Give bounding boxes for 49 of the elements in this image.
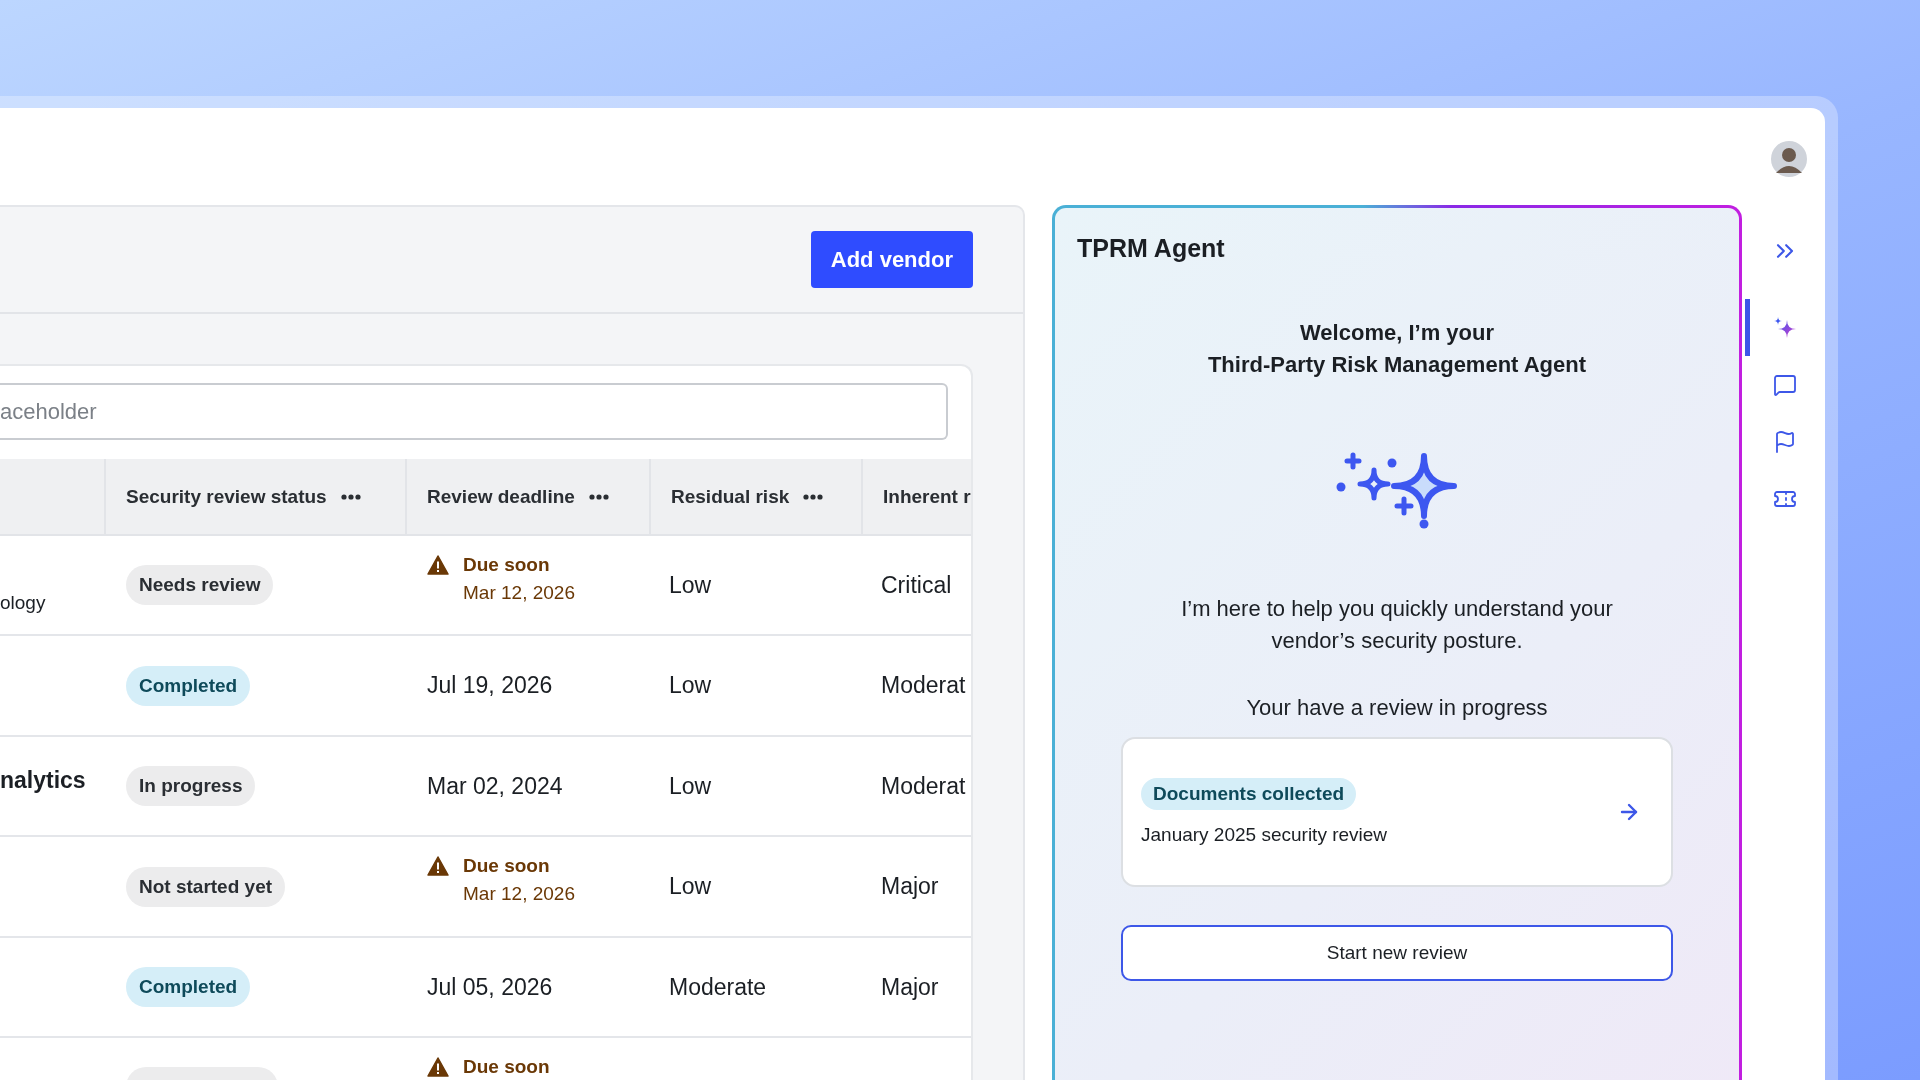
due-soon-label: Due soon bbox=[463, 554, 551, 576]
review-title: January 2025 security review bbox=[1141, 824, 1388, 846]
chat-icon bbox=[1773, 372, 1797, 397]
column-header[interactable]: Inherent r bbox=[861, 459, 971, 536]
table-cell: Low bbox=[649, 737, 861, 837]
more-icon[interactable] bbox=[588, 493, 609, 500]
intro-text: I’m here to help you quickly understand your vendor’s security posture. bbox=[1180, 595, 1614, 655]
table-cell: Low bbox=[649, 837, 861, 938]
table-cell: Major bbox=[861, 837, 971, 938]
column-header[interactable]: Residual risk bbox=[649, 459, 861, 536]
table-cell: Critical bbox=[861, 536, 971, 636]
vendor-name: ology bbox=[0, 592, 46, 614]
table-cell: Moderate bbox=[649, 938, 861, 1038]
deadline-date: Mar 12, 2026 bbox=[463, 883, 575, 905]
table-cell: Major bbox=[861, 938, 971, 1038]
status-pill: Needs review bbox=[126, 565, 274, 605]
deadline-date: Jul 05, 2026 bbox=[405, 938, 649, 1038]
add-vendor-button[interactable]: Add vendor bbox=[810, 231, 973, 288]
table-cell: Low bbox=[649, 636, 861, 737]
avatar[interactable] bbox=[1769, 139, 1809, 179]
warning-icon bbox=[427, 555, 449, 575]
column-header[interactable]: Review deadline bbox=[405, 459, 649, 536]
welcome-text: Third-Party Risk Management Agent bbox=[1207, 351, 1587, 379]
warning-icon bbox=[427, 856, 449, 876]
table-cell: Moderat bbox=[861, 636, 971, 737]
welcome-text: Welcome, I’m your bbox=[1299, 319, 1495, 347]
due-soon-label: Due soon bbox=[463, 1056, 550, 1078]
more-icon[interactable] bbox=[803, 493, 824, 500]
deadline-date: Mar 12, 2026 bbox=[463, 582, 575, 604]
flag-icon bbox=[1773, 429, 1797, 454]
deadline-date: Mar 02, 2024 bbox=[405, 737, 649, 837]
vendor-name: nalytics bbox=[0, 767, 86, 794]
search-field[interactable]: aceholder bbox=[0, 383, 948, 440]
status-pill: Completed bbox=[126, 967, 251, 1007]
table-cell: Low bbox=[649, 536, 861, 636]
column-header[interactable]: Security review status bbox=[104, 459, 405, 536]
review-card[interactable]: Documents collected January 2025 security review bbox=[1121, 737, 1673, 887]
panel-title: TPRM Agent bbox=[1077, 234, 1225, 263]
start-review-button[interactable]: Start new review bbox=[1121, 925, 1673, 981]
more-icon[interactable] bbox=[340, 493, 361, 500]
due-soon-label: Due soon bbox=[463, 855, 551, 877]
progress-heading: Your have a review in progress bbox=[1246, 695, 1548, 721]
table-cell: Moderat bbox=[861, 737, 971, 837]
status-pill: Documents collected bbox=[1141, 778, 1357, 810]
warning-icon bbox=[427, 1057, 449, 1077]
deadline-date: Jul 19, 2026 bbox=[405, 636, 649, 737]
status-pill: In progress bbox=[126, 766, 256, 806]
status-pill: Completed bbox=[126, 665, 251, 706]
status-pill: Not started yet bbox=[126, 866, 286, 907]
